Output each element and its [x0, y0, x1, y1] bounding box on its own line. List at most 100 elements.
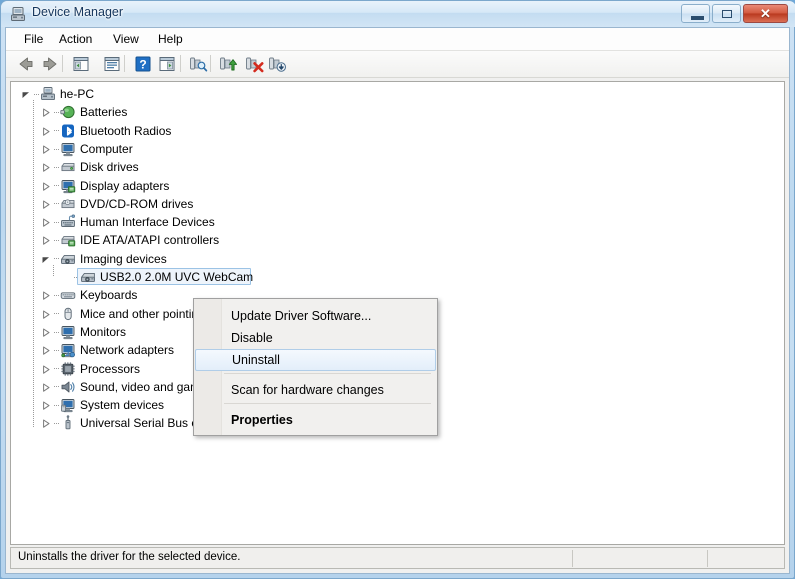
context-menu[interactable]: Update Driver Software... Disable Uninstal… [193, 298, 438, 436]
minimize-button[interactable] [681, 4, 710, 23]
menu-view[interactable]: View [105, 31, 147, 47]
network-adapter-icon [60, 342, 76, 358]
context-menu-item-update-driver-software[interactable]: Update Driver Software... [195, 305, 436, 327]
tree-item-label: DVD/CD-ROM drives [80, 196, 194, 211]
tree-connector [54, 423, 59, 425]
scan-for-hardware-changes-icon[interactable] [188, 54, 208, 74]
context-menu-separator [224, 403, 431, 404]
menu-help[interactable]: Help [150, 31, 191, 47]
tree-item[interactable]: Batteries [11, 103, 784, 121]
tree-item[interactable]: USB2.0 2.0M UVC WebCam [11, 268, 784, 286]
chevron-right-icon[interactable] [39, 231, 53, 249]
tree-item-label: Network adapters [80, 343, 175, 358]
bluetooth-icon [60, 123, 76, 139]
tree-connector [54, 313, 59, 315]
computer-icon [60, 141, 76, 157]
tree-item[interactable]: Display adapters [11, 177, 784, 195]
tree-item-label: he-PC [60, 87, 95, 101]
chevron-right-icon[interactable] [39, 286, 53, 304]
chevron-right-icon[interactable] [39, 305, 53, 323]
monitor-icon [60, 324, 76, 340]
tree-connector [54, 368, 59, 370]
tree-item[interactable]: DVD/CD-ROM drives [11, 195, 784, 213]
menu-bar: File Action View Help [6, 28, 789, 51]
update-driver-software-icon[interactable] [218, 54, 238, 74]
chevron-right-icon[interactable] [39, 360, 53, 378]
tree-item-label: Human Interface Devices [80, 215, 215, 230]
tree-item[interactable]: Human Interface Devices [11, 213, 784, 231]
tree-spine [33, 100, 34, 428]
device-manager-icon [10, 6, 26, 22]
forward-arrow-icon[interactable] [40, 54, 60, 74]
tree-connector [54, 258, 59, 260]
show-hide-action-pane-icon[interactable] [157, 54, 177, 74]
menu-file[interactable]: File [16, 31, 51, 47]
tree-item-label: Computer [80, 141, 133, 156]
chevron-right-icon[interactable] [39, 140, 53, 158]
keyboard-icon [60, 287, 76, 303]
uninstall-device-icon[interactable] [244, 54, 264, 74]
disable-device-icon[interactable] [267, 54, 287, 74]
tree-item[interactable]: IDE ATA/ATAPI controllers [11, 231, 784, 249]
tree-connector [34, 93, 39, 95]
tree-item-label: Imaging devices [80, 251, 167, 266]
menu-action[interactable]: Action [51, 31, 100, 47]
sound-device-icon [60, 379, 76, 395]
tree-connector [54, 221, 59, 223]
tree-item[interactable]: Imaging devices [11, 250, 784, 268]
chevron-right-icon[interactable] [39, 122, 53, 140]
chevron-right-icon[interactable] [39, 103, 53, 121]
chevron-right-icon[interactable] [39, 414, 53, 432]
webcam-icon [80, 269, 96, 285]
tree-item-label: USB2.0 2.0M UVC WebCam [100, 270, 254, 284]
chevron-right-icon[interactable] [39, 213, 53, 231]
tree-item-label: Bluetooth Radios [80, 123, 172, 138]
tree-item-label: System devices [80, 398, 165, 413]
processor-icon [60, 361, 76, 377]
tree-item-label: Monitors [80, 324, 127, 339]
tree-connector [54, 404, 59, 406]
tree-connector [54, 148, 59, 150]
tree-item-label: Processors [80, 361, 141, 376]
properties-icon[interactable] [102, 54, 122, 74]
chevron-right-icon[interactable] [39, 378, 53, 396]
tree-connector [54, 185, 59, 187]
chevron-down-icon[interactable] [19, 85, 33, 103]
tree-connector [54, 240, 59, 242]
context-menu-separator [224, 373, 431, 374]
dvd-drive-icon [60, 196, 76, 212]
toolbar-separator [124, 55, 125, 72]
chevron-right-icon[interactable] [39, 195, 53, 213]
tree-item-label: IDE ATA/ATAPI controllers [80, 233, 220, 248]
imaging-device-icon [60, 251, 76, 267]
help-icon[interactable]: ? [133, 54, 153, 74]
chevron-down-icon[interactable] [39, 250, 53, 268]
status-bar-text: Uninstalls the driver for the selected d… [18, 551, 241, 563]
tree-item-label: Disk drives [80, 160, 139, 175]
context-menu-item-properties[interactable]: Properties [195, 409, 436, 431]
chevron-right-icon[interactable] [39, 158, 53, 176]
tree-item[interactable]: Computer [11, 140, 784, 158]
tree-item[interactable]: Bluetooth Radios [11, 122, 784, 140]
tree-item[interactable]: Disk drives [11, 158, 784, 176]
context-menu-item-disable[interactable]: Disable [195, 327, 436, 349]
tree-connector [54, 130, 59, 132]
back-arrow-icon[interactable] [16, 54, 36, 74]
device-manager-window: Device Manager ✕ File Action View Help ? he… [0, 0, 795, 579]
chevron-right-icon[interactable] [39, 341, 53, 359]
chevron-right-icon[interactable] [39, 323, 53, 341]
tree-item-label: Batteries [80, 105, 128, 120]
show-hide-console-tree-icon[interactable] [71, 54, 91, 74]
tree-item-label: Keyboards [80, 288, 138, 303]
chevron-right-icon[interactable] [39, 177, 53, 195]
tree-item-label: Display adapters [80, 178, 170, 193]
close-button[interactable]: ✕ [743, 4, 788, 23]
chevron-right-icon[interactable] [39, 396, 53, 414]
context-menu-item-scan-for-hardware-changes[interactable]: Scan for hardware changes [195, 379, 436, 401]
maximize-button[interactable] [712, 4, 741, 23]
context-menu-item-uninstall[interactable]: Uninstall [195, 349, 436, 371]
system-device-icon [60, 397, 76, 413]
toolbar-separator [210, 55, 211, 72]
tree-item[interactable]: he-PC [11, 85, 784, 103]
client-area: File Action View Help ? he-PC Batteries Bluet… [5, 27, 790, 574]
